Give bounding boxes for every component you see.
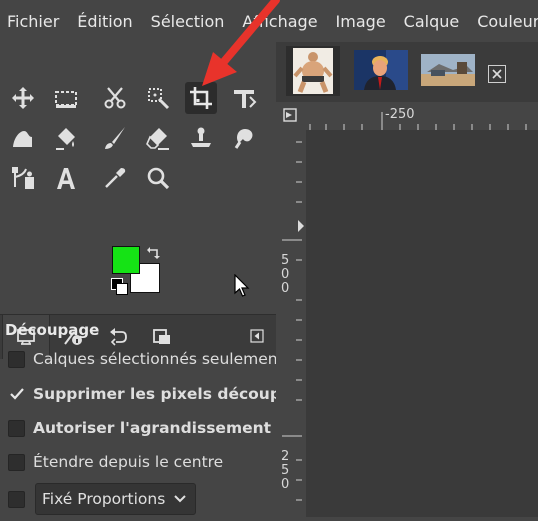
image-tab-bar [276,42,538,102]
option-label: Étendre depuis le centre [33,453,224,471]
menu-image[interactable]: Image [327,12,395,31]
default-colors-bg-icon [116,283,128,295]
fuzzy-select-tool-button[interactable] [142,82,174,114]
fuzzy-select-icon [148,88,170,110]
smudge-icon [234,129,253,149]
chevron-down-icon [174,495,187,503]
scissors-icon [104,87,126,109]
warp-tool-button[interactable] [7,122,39,154]
foreground-color-swatch[interactable] [112,246,140,274]
paths-tool-button[interactable] [7,162,39,194]
option-label: Calques sélectionnés seulemen [33,350,278,368]
clone-icon [191,127,211,147]
mouse-cursor-icon [234,274,250,297]
option-allow-growing[interactable]: Autoriser l'agrandissement [8,415,271,441]
clone-tool-button[interactable] [185,122,217,154]
rect-select-icon [55,91,77,108]
option-delete-cropped-pixels[interactable]: Supprimer les pixels découpé [8,381,291,407]
quick-mask-toggle-icon [283,108,297,122]
v-ruler-label-c: 0 [281,281,290,296]
smudge-tool-button[interactable] [228,122,260,154]
paintbrush-icon [105,127,125,149]
ruler-corner[interactable] [276,102,306,130]
fixed-mode-value: Fixé Proportions [42,490,166,508]
color-picker-tool-button[interactable] [99,162,131,194]
option-label: Autoriser l'agrandissement [33,419,272,437]
option-fixed[interactable]: Fixé Proportions [8,482,197,516]
fg-bg-color-widget [110,246,168,298]
menu-affichage[interactable]: Affichage [233,12,326,31]
crop-tool-button[interactable] [185,82,217,114]
menu-couleur[interactable]: Couleur [468,12,538,31]
image-tab-1[interactable] [286,46,340,96]
checkbox[interactable] [8,419,25,437]
zoom-icon [147,167,170,190]
option-selected-layers-only[interactable]: Calques sélectionnés seulemen [8,346,278,372]
horizontal-ruler[interactable]: -250 [306,102,538,130]
v-ruler-label-b: 0 [281,267,290,282]
canvas[interactable] [306,130,538,517]
unified-transform-tool-button[interactable] [228,82,260,114]
bucket-fill-icon [56,128,75,150]
v-ruler-label-a: 5 [281,253,290,268]
move-icon [12,87,34,109]
image-tab-3[interactable] [419,46,477,96]
image-thumbnail-portrait [354,50,408,90]
menu-selection[interactable]: Sélection [142,12,234,31]
text-icon [57,168,75,189]
v-ruler-label-e: 5 [281,463,290,478]
image-window: -250 5 0 0 2 5 0 [276,102,538,517]
fixed-mode-select[interactable]: Fixé Proportions [35,483,197,515]
image-thumbnail-sumo [293,48,333,94]
move-tool-button[interactable] [7,82,39,114]
eraser-icon [146,128,169,150]
image-tab-2[interactable] [352,46,410,96]
paintbrush-tool-button[interactable] [99,122,131,154]
paths-icon [12,167,34,189]
h-ruler-label: -250 [385,107,415,122]
unified-transform-icon [234,90,257,108]
crop-icon [190,87,212,109]
zoom-tool-button[interactable] [142,162,174,194]
horizontal-ruler-ticks [309,112,527,130]
color-picker-icon [105,168,126,188]
close-icon [492,69,502,79]
v-ruler-label-d: 2 [281,449,290,464]
checkbox[interactable] [8,350,25,368]
bucket-fill-tool-button[interactable] [50,122,82,154]
text-tool-button[interactable] [50,162,82,194]
tool-options-panel: Découpage Calques sélectionnés seulemen … [0,316,291,517]
toolbox: Découpage Calques sélectionnés seulemen … [0,42,291,517]
scissors-tool-button[interactable] [99,82,131,114]
menu-bar: Fichier Édition Sélection Affichage Imag… [0,0,538,42]
option-label: Supprimer les pixels découpé [33,385,292,403]
checkbox[interactable] [8,453,25,471]
swap-colors-icon[interactable] [147,246,163,260]
option-expand-from-center[interactable]: Étendre depuis le centre [8,449,223,475]
vertical-ruler[interactable]: 5 0 0 2 5 0 [276,130,306,517]
menu-calque[interactable]: Calque [395,12,469,31]
tool-options-title: Découpage [5,321,100,339]
checkbox[interactable] [8,490,25,508]
close-tab-button[interactable] [488,65,506,83]
eraser-tool-button[interactable] [142,122,174,154]
checkbox-checked[interactable] [8,386,25,403]
warp-icon [13,131,32,147]
v-ruler-label-f: 0 [281,477,290,492]
menu-edition[interactable]: Édition [68,12,141,31]
menu-fichier[interactable]: Fichier [0,12,68,31]
rect-select-tool-button[interactable] [50,82,82,114]
check-icon [9,388,24,400]
image-thumbnail-landscape [421,54,475,86]
